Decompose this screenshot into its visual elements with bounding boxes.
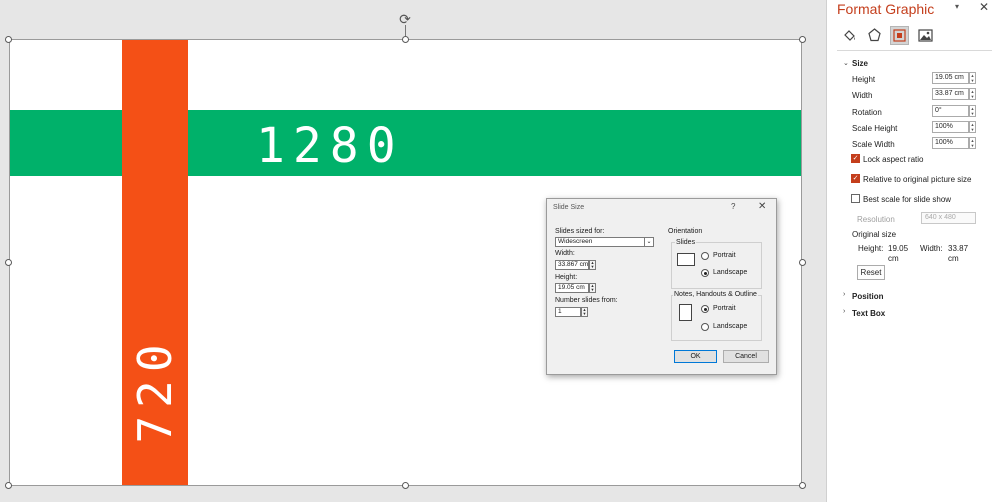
fill-line-tab-icon[interactable]: [840, 26, 859, 45]
textbox-section-chevron-icon[interactable]: ›: [843, 308, 845, 315]
original-height-unit: cm: [888, 254, 899, 263]
size-section-header[interactable]: Size: [852, 59, 868, 68]
slides-portrait-radio[interactable]: [701, 252, 709, 260]
format-graphic-pane: Format Graphic ▾ ✕ ⌄ Size Height 19.05 c…: [826, 0, 999, 502]
width-label: Width: [852, 91, 873, 100]
resize-handle-top[interactable]: [402, 36, 409, 43]
height-field[interactable]: 19.05 cm: [932, 72, 969, 84]
position-section-chevron-icon[interactable]: ›: [843, 291, 845, 298]
effects-tab-icon[interactable]: [865, 26, 884, 45]
help-icon[interactable]: ?: [731, 202, 735, 211]
portrait-page-icon: [679, 304, 692, 321]
original-width-unit: cm: [948, 254, 959, 263]
height-label: Height: [852, 75, 876, 84]
scale-height-spinner[interactable]: ▲ ▼: [969, 121, 976, 133]
slides-portrait-label: Portrait: [713, 252, 736, 259]
sized-for-select[interactable]: Widescreen: [555, 237, 645, 247]
resolution-select: 640 x 480: [921, 212, 976, 224]
best-scale-checkbox[interactable]: [851, 194, 860, 203]
height-spinner[interactable]: ▲ ▼: [969, 72, 976, 84]
pane-separator: [837, 50, 992, 51]
notes-group-label: Notes, Handouts & Outline: [673, 291, 758, 298]
slide-size-dialog: Slide Size ? ✕ Slides sized for: Widescr…: [546, 198, 777, 375]
original-size-label: Original size: [852, 230, 897, 239]
scale-width-field[interactable]: 100%: [932, 137, 969, 149]
pane-title: Format Graphic: [837, 1, 935, 17]
original-width-value: 33.87: [948, 244, 969, 253]
close-icon[interactable]: ✕: [758, 201, 766, 212]
width-spinner[interactable]: ▲ ▼: [969, 88, 976, 100]
chevron-down-icon[interactable]: ⌄: [644, 237, 654, 247]
scale-width-label: Scale Width: [852, 140, 895, 149]
number-slides-label: Number slides from:: [555, 297, 618, 304]
notes-portrait-radio[interactable]: [701, 305, 709, 313]
resize-handle-right[interactable]: [799, 259, 806, 266]
notes-portrait-label: Portrait: [713, 305, 736, 312]
orientation-label: Orientation: [668, 228, 703, 235]
lock-aspect-checkbox[interactable]: ✓: [851, 154, 860, 163]
dialog-title: Slide Size: [553, 204, 585, 211]
width-spinner[interactable]: ▲ ▼: [589, 260, 596, 270]
rotation-spinner[interactable]: ▲ ▼: [969, 105, 976, 117]
rotation-field[interactable]: 0°: [932, 105, 969, 117]
slides-landscape-radio[interactable]: [701, 269, 709, 277]
width-field[interactable]: 33.87 cm: [932, 88, 969, 100]
reset-button[interactable]: Reset: [857, 265, 885, 280]
notes-landscape-radio[interactable]: [701, 323, 709, 331]
best-scale-label: Best scale for slide show: [863, 195, 952, 204]
height-field[interactable]: 19.05 cm: [555, 283, 589, 293]
height-label: Height:: [555, 274, 578, 281]
landscape-page-icon: [677, 253, 695, 266]
relative-original-label: Relative to original picture size: [863, 175, 972, 184]
rotation-label: Rotation: [852, 108, 882, 117]
size-section-chevron-icon[interactable]: ⌄: [843, 59, 849, 67]
position-section-header[interactable]: Position: [852, 292, 884, 301]
relative-original-checkbox[interactable]: ✓: [851, 174, 860, 183]
width-field[interactable]: 33.867 cm: [555, 260, 589, 270]
notes-landscape-label: Landscape: [713, 323, 748, 330]
ok-button[interactable]: OK: [674, 350, 717, 363]
resolution-label: Resolution: [857, 215, 895, 224]
number-slides-field[interactable]: 1: [555, 307, 581, 317]
height-spinner[interactable]: ▲ ▼: [589, 283, 596, 293]
original-width-label: Width:: [920, 244, 943, 253]
scale-height-field[interactable]: 100%: [932, 121, 969, 133]
resize-handle-left[interactable]: [5, 259, 12, 266]
width-label: Width:: [555, 250, 575, 257]
size-properties-tab-icon[interactable]: [890, 26, 909, 45]
width-label-text: 1280: [256, 118, 404, 174]
original-height-value: 19.05: [888, 244, 909, 253]
resize-handle-bottom[interactable]: [402, 482, 409, 489]
lock-aspect-label: Lock aspect ratio: [863, 155, 924, 164]
pane-close-icon[interactable]: ✕: [979, 0, 989, 14]
resize-handle-top-left[interactable]: [5, 36, 12, 43]
slides-group-label: Slides: [675, 239, 697, 246]
picture-tab-icon[interactable]: [916, 26, 935, 45]
resize-handle-bottom-right[interactable]: [799, 482, 806, 489]
resize-handle-bottom-left[interactable]: [5, 482, 12, 489]
scale-width-spinner[interactable]: ▲ ▼: [969, 137, 976, 149]
original-height-label: Height:: [858, 244, 884, 253]
number-slides-spinner[interactable]: ▲ ▼: [581, 307, 588, 317]
textbox-section-header[interactable]: Text Box: [852, 309, 885, 318]
sized-for-label: Slides sized for:: [555, 228, 605, 235]
height-label-text: 720: [128, 336, 182, 444]
pane-options-chevron-icon[interactable]: ▾: [955, 2, 959, 11]
scale-height-label: Scale Height: [852, 124, 898, 133]
resize-handle-top-right[interactable]: [799, 36, 806, 43]
slides-landscape-label: Landscape: [713, 269, 748, 276]
cancel-button[interactable]: Cancel: [723, 350, 769, 363]
